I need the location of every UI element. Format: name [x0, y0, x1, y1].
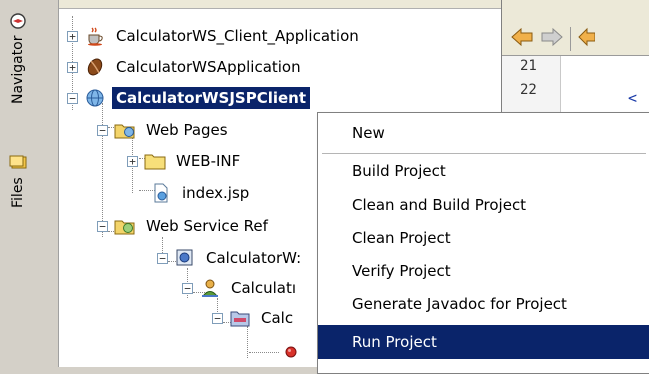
bean-icon — [84, 56, 106, 78]
collapse-icon[interactable]: − — [182, 282, 193, 294]
tree-node-web-service-ref[interactable]: − Web Service Ref — [97, 211, 268, 241]
tree-node-label: index.jsp — [182, 184, 250, 202]
ws-folder-icon — [114, 215, 136, 237]
tree-node-label: Calculatı — [231, 279, 296, 297]
ws-port-icon — [229, 307, 251, 329]
menu-item-clean-project[interactable]: Clean Project — [318, 221, 649, 255]
java-cup-icon — [84, 25, 106, 47]
editor-tab-strip — [502, 0, 649, 23]
expand-icon[interactable]: + — [127, 155, 138, 167]
tree-node-web-pages[interactable]: − Web Pages — [97, 115, 228, 145]
menu-item-label: Build Project — [352, 162, 446, 180]
tree-node-label: Web Pages — [146, 121, 228, 139]
tab-files[interactable]: Files — [4, 146, 32, 208]
menu-item-label: Verify Project — [352, 262, 451, 280]
menu-item-label: Generate Javadoc for Project — [352, 295, 567, 313]
collapse-icon[interactable]: − — [212, 312, 223, 324]
side-tab-strip: Navigator Files — [0, 0, 38, 367]
expand-icon[interactable]: + — [67, 30, 78, 42]
menu-item-clean-and-build[interactable]: Clean and Build Project — [318, 188, 649, 222]
collapse-icon[interactable]: − — [157, 252, 168, 264]
line-number: 22 — [520, 82, 537, 98]
collapse-icon[interactable]: − — [97, 220, 108, 232]
menu-item-label: Run Project — [352, 333, 437, 351]
tree-node-calculator-service[interactable]: − Calculatı — [182, 273, 296, 303]
tree-node-ws-application[interactable]: + CalculatorWSApplication — [67, 52, 301, 82]
tree-node-label: Calc — [261, 309, 294, 327]
next-arrow-icon[interactable] — [577, 27, 596, 51]
navigator-icon — [10, 13, 26, 30]
tree-header — [59, 0, 501, 9]
files-icon — [9, 153, 27, 171]
context-menu[interactable]: New Build Project Clean and Build Projec… — [317, 112, 649, 374]
ws-operation-icon — [280, 341, 302, 363]
tab-files-label: Files — [10, 177, 26, 208]
tab-navigator[interactable]: Navigator — [4, 2, 32, 104]
menu-item-label: New — [352, 124, 385, 142]
jsp-file-icon — [150, 182, 172, 204]
tree-node-label: CalculatorWS_Client_Application — [116, 27, 359, 45]
collapse-icon[interactable]: − — [67, 92, 78, 104]
forward-arrow-icon[interactable] — [540, 27, 564, 51]
tree-node-jsp-client[interactable]: − CalculatorWSJSPClient — [67, 83, 311, 113]
tree-node-label: WEB-INF — [176, 152, 241, 170]
code-fragment: < — [628, 89, 638, 107]
menu-item-label: Clean Project — [352, 229, 451, 247]
web-folder-icon — [114, 119, 136, 141]
globe-icon — [84, 87, 106, 109]
tree-node-calculatorws-ref[interactable]: − CalculatorW: — [157, 243, 301, 273]
menu-item-run-project[interactable]: Run Project — [318, 325, 649, 359]
menu-item-label: Clean and Build Project — [352, 196, 527, 214]
tree-node-index-jsp[interactable]: index.jsp — [144, 178, 249, 208]
back-arrow-icon[interactable] — [510, 27, 534, 51]
menu-item-build-project[interactable]: Build Project — [318, 154, 649, 188]
folder-icon — [144, 150, 166, 172]
tree-node-label: CalculatorW: — [206, 249, 302, 267]
tree-node-calc-port[interactable]: − Calc — [212, 303, 293, 333]
tree-node-operation[interactable] — [274, 337, 312, 367]
line-number: 21 — [520, 58, 537, 74]
collapse-icon[interactable]: − — [97, 124, 108, 136]
menu-item-verify-project[interactable]: Verify Project — [318, 254, 649, 288]
ws-reference-icon — [174, 247, 196, 269]
tree-node-client-application[interactable]: + CalculatorWS_Client_Application — [67, 21, 359, 51]
menu-item-generate-javadoc[interactable]: Generate Javadoc for Project — [318, 287, 649, 321]
tree-node-label: Web Service Ref — [146, 217, 268, 235]
expand-icon[interactable]: + — [67, 61, 78, 73]
tree-node-label-selected: CalculatorWSJSPClient — [112, 87, 311, 109]
editor-toolbar — [502, 22, 649, 56]
ws-service-icon — [199, 277, 221, 299]
tree-node-web-inf[interactable]: + WEB-INF — [127, 146, 240, 176]
toolbar-separator — [570, 26, 571, 51]
tree-node-label: CalculatorWSApplication — [116, 58, 301, 76]
menu-item-new[interactable]: New — [318, 116, 649, 150]
tab-navigator-label: Navigator — [10, 35, 26, 104]
